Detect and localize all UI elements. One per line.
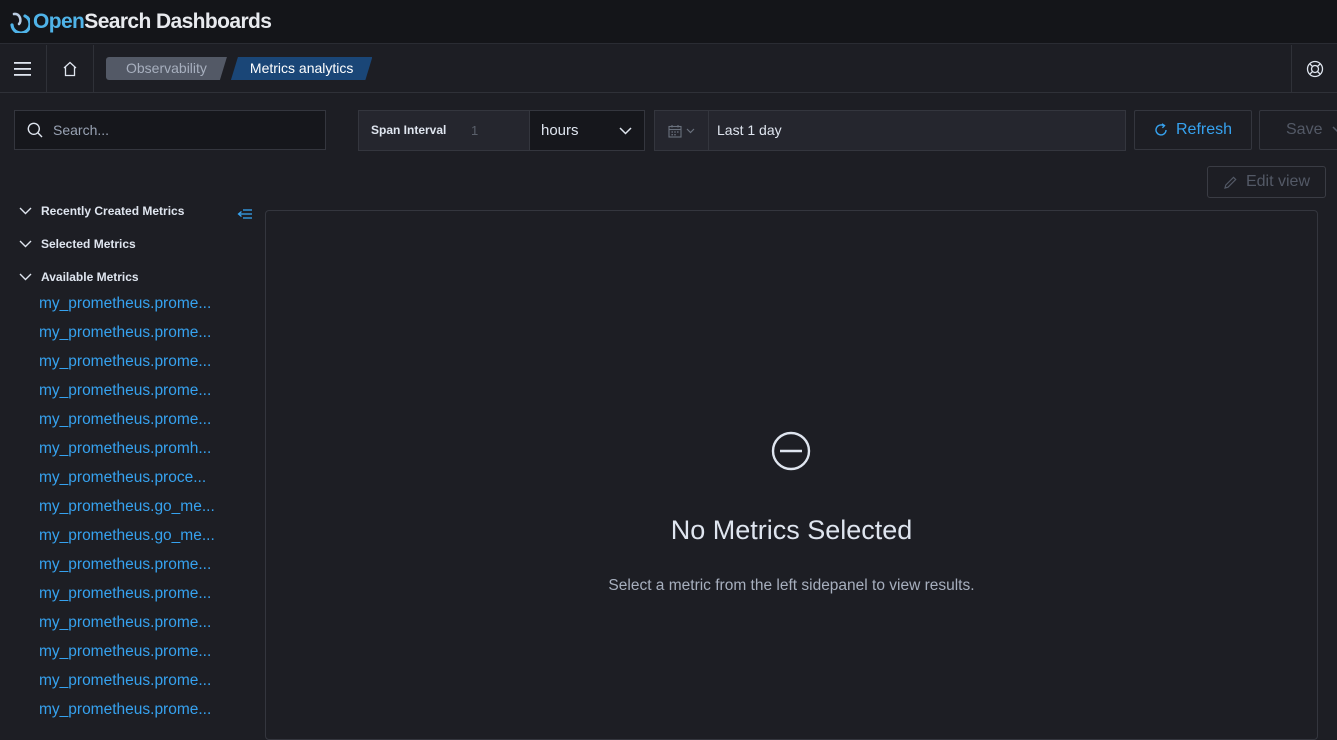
accordion-label: Available Metrics <box>41 270 139 284</box>
pencil-icon <box>1224 175 1237 189</box>
opensearch-logo[interactable]: OpenSearch Dashboards <box>8 9 272 35</box>
menu-left-icon <box>237 209 252 219</box>
span-unit-select[interactable]: hours <box>529 110 645 151</box>
chevron-down-icon <box>19 207 32 215</box>
metric-item[interactable]: my_prometheus.go_me... <box>39 497 215 526</box>
collapse-sidebar-button[interactable] <box>237 207 253 225</box>
breadcrumb-metrics-analytics: Metrics analytics <box>231 57 372 80</box>
save-button[interactable]: Save <box>1259 110 1337 150</box>
metric-item[interactable]: my_prometheus.prome... <box>39 294 215 323</box>
home-icon <box>63 61 77 76</box>
logo-text-open: Open <box>33 9 85 33</box>
opensearch-logo-icon <box>8 11 32 35</box>
search-field[interactable] <box>14 110 326 150</box>
accordion-label: Selected Metrics <box>41 237 136 251</box>
hamburger-icon <box>14 61 31 76</box>
metric-item[interactable]: my_prometheus.prome... <box>39 700 215 729</box>
metric-item[interactable]: my_prometheus.prome... <box>39 381 215 410</box>
logo-text-rest: Search Dashboards <box>84 9 272 33</box>
empty-state-title: No Metrics Selected <box>670 515 913 545</box>
chevron-down-icon <box>686 128 695 133</box>
date-range-display[interactable]: Last 1 day <box>708 110 1126 151</box>
search-icon <box>27 122 43 138</box>
refresh-icon <box>1155 123 1167 136</box>
accordion-recently-created[interactable]: Recently Created Metrics <box>19 204 184 218</box>
metrics-sidebar: Recently Created Metrics Selected Metric… <box>0 195 260 727</box>
refresh-label: Refresh <box>1175 121 1233 138</box>
span-interval-input[interactable]: 1 <box>456 110 529 151</box>
refresh-button[interactable]: Refresh <box>1134 110 1252 150</box>
metric-item[interactable]: my_prometheus.go_me... <box>39 526 215 555</box>
metric-item[interactable]: my_prometheus.prome... <box>39 352 215 381</box>
calendar-icon <box>668 124 682 138</box>
breadcrumb: Observability Metrics analytics <box>106 57 372 80</box>
help-button[interactable] <box>1291 45 1337 93</box>
metric-item[interactable]: my_prometheus.prome... <box>39 613 215 642</box>
chevron-down-icon <box>1332 126 1337 132</box>
menu-button[interactable] <box>0 44 47 93</box>
edit-view-button[interactable]: Edit view <box>1207 166 1326 198</box>
chevron-down-icon <box>19 273 32 281</box>
accordion-available-metrics[interactable]: Available Metrics <box>19 270 139 284</box>
span-interval-label: Span Interval <box>358 110 456 151</box>
chevron-down-icon <box>619 126 632 135</box>
quick-select-button[interactable] <box>654 110 708 151</box>
search-input[interactable] <box>53 122 293 138</box>
home-button[interactable] <box>47 44 94 93</box>
minus-circle-icon <box>771 431 811 471</box>
metric-item[interactable]: my_prometheus.prome... <box>39 642 215 671</box>
main-panel: No Metrics Selected Select a metric from… <box>265 210 1318 740</box>
save-label: Save <box>1286 121 1323 138</box>
accordion-selected-metrics[interactable]: Selected Metrics <box>19 237 136 251</box>
span-unit-value: hours <box>541 122 579 139</box>
span-interval-group: Span Interval 1 hours <box>358 110 645 151</box>
available-metrics-list: my_prometheus.prome... my_prometheus.pro… <box>39 294 215 729</box>
metric-item[interactable]: my_prometheus.prome... <box>39 584 215 613</box>
empty-state-body: Select a metric from the left sidepanel … <box>608 577 975 594</box>
edit-view-label: Edit view <box>1245 173 1311 190</box>
metric-item[interactable]: my_prometheus.prome... <box>39 323 215 352</box>
metric-item[interactable]: my_prometheus.prome... <box>39 671 215 700</box>
metric-item[interactable]: my_prometheus.prome... <box>39 555 215 584</box>
metric-item[interactable]: my_prometheus.promh... <box>39 439 215 468</box>
breadcrumb-observability[interactable]: Observability <box>106 57 227 80</box>
metric-item[interactable]: my_prometheus.prome... <box>39 410 215 439</box>
date-picker: Last 1 day <box>654 110 1126 151</box>
accordion-label: Recently Created Metrics <box>41 204 185 218</box>
metric-item[interactable]: my_prometheus.proce... <box>39 468 215 497</box>
top-header: OpenSearch Dashboards <box>0 0 1337 44</box>
help-icon <box>1306 60 1323 78</box>
chevron-down-icon <box>19 240 32 248</box>
nav-bar: Observability Metrics analytics <box>0 44 1337 93</box>
